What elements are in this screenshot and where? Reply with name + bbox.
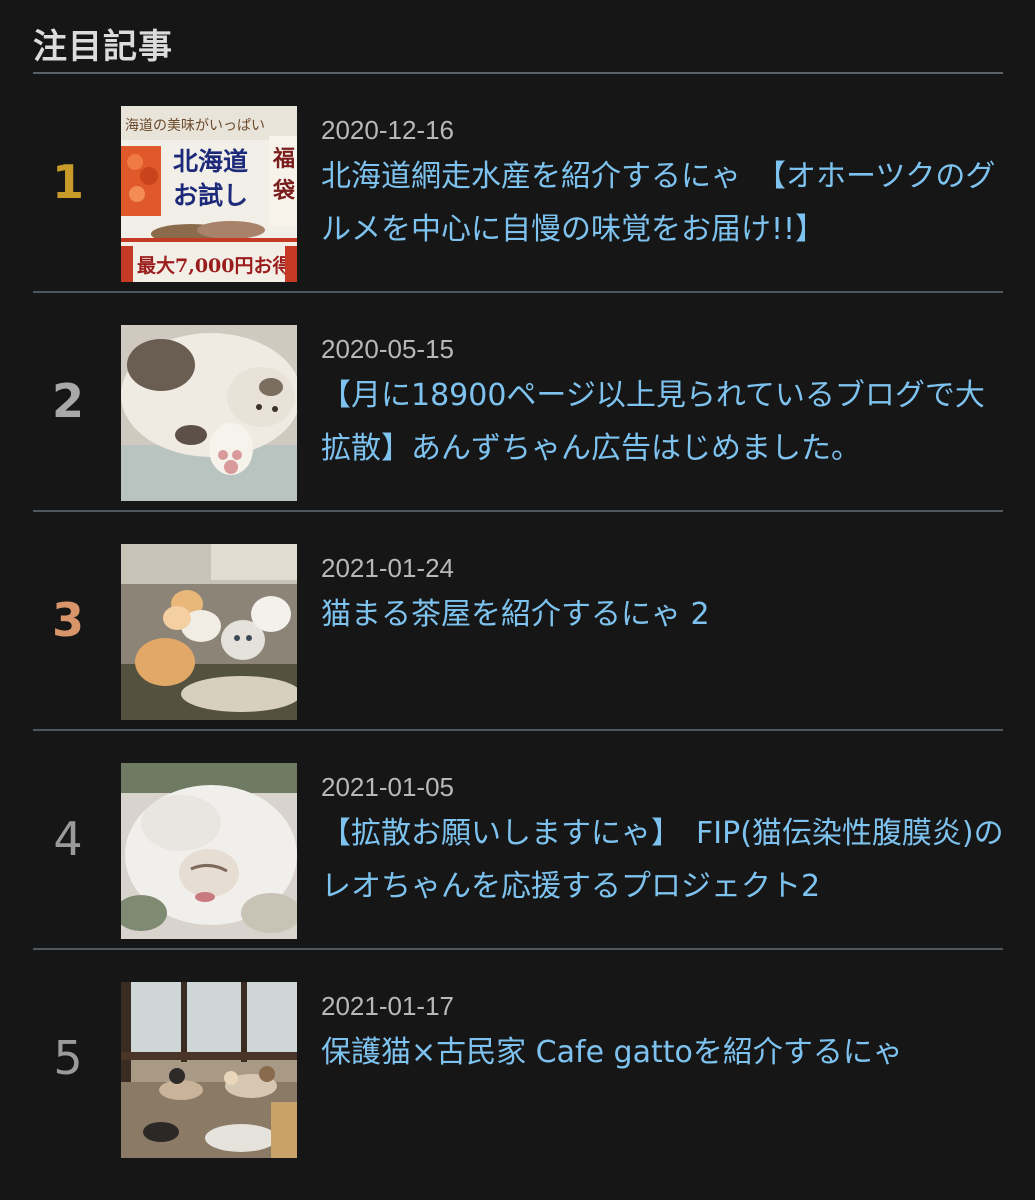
svg-text:袋: 袋 bbox=[272, 178, 296, 204]
article-date: 2021-01-17 bbox=[321, 991, 454, 1021]
widget-title: 注目記事 bbox=[33, 27, 173, 67]
article-meta: 2020-05-15 【月に18900ページ以上見られているブログで大拡散】あん… bbox=[321, 333, 1005, 475]
white-cat-thumbnail-icon bbox=[121, 763, 297, 939]
svg-text:福: 福 bbox=[272, 146, 295, 172]
article-thumbnail[interactable] bbox=[121, 544, 297, 720]
article-meta: 2021-01-17 保護猫×古民家 Cafe gattoを紹介するにゃ bbox=[321, 990, 1005, 1079]
list-item: 2 2020-05-15 【月に18900ページ以上見られているブログで大拡散】… bbox=[33, 293, 1003, 512]
rank-number: 5 bbox=[53, 1031, 83, 1085]
sleeping-cat-thumbnail-icon bbox=[121, 325, 297, 501]
article-title-link[interactable]: 【拡散お願いしますにゃ】 FIP(猫伝染性腹膜炎)のレオちゃんを応援するプロジェ… bbox=[321, 807, 1005, 913]
svg-text:海道の美味がいっぱい: 海道の美味がいっぱい bbox=[125, 118, 265, 134]
article-meta: 2020-12-16 北海道網走水産を紹介するにゃ 【オホーツクのグルメを中心に… bbox=[321, 114, 1005, 256]
article-thumbnail[interactable] bbox=[121, 982, 297, 1158]
article-date: 2020-05-15 bbox=[321, 334, 454, 364]
article-title-link[interactable]: 【月に18900ページ以上見られているブログで大拡散】あんずちゃん広告はじめまし… bbox=[321, 369, 1005, 475]
article-thumbnail[interactable] bbox=[121, 763, 297, 939]
article-date: 2021-01-05 bbox=[321, 772, 454, 802]
list-item: 4 2021-01-05 【拡散お願いしますにゃ】 FIP(猫伝染性腹膜炎)のレ… bbox=[33, 731, 1005, 950]
rank-number: 4 bbox=[53, 812, 83, 866]
rank-number: 3 bbox=[51, 593, 84, 647]
article-date: 2020-12-16 bbox=[321, 115, 454, 145]
article-list: 1 海道の美味がいっぱい 北海道 お試し 福 袋 最大7,000円お得! 202… bbox=[33, 74, 1005, 1167]
list-item: 3 2021-01-24 猫まる茶屋を紹介するにゃ 2 bbox=[33, 512, 1003, 731]
article-title-link[interactable]: 保護猫×古民家 Cafe gattoを紹介するにゃ bbox=[321, 1026, 1005, 1079]
rank-number: 1 bbox=[51, 155, 84, 209]
cat-cafe-interior-thumbnail-icon bbox=[121, 982, 297, 1158]
article-title-link[interactable]: 猫まる茶屋を紹介するにゃ 2 bbox=[321, 588, 1005, 641]
kittens-thumbnail-icon bbox=[121, 544, 297, 720]
list-item: 5 2021-01-17 保護猫×古民家 Cafe gattoを紹介するにゃ bbox=[33, 950, 1003, 1167]
article-meta: 2021-01-05 【拡散お願いしますにゃ】 FIP(猫伝染性腹膜炎)のレオち… bbox=[321, 771, 1005, 913]
svg-text:最大7,000円お得!: 最大7,000円お得! bbox=[137, 254, 297, 277]
article-meta: 2021-01-24 猫まる茶屋を紹介するにゃ 2 bbox=[321, 552, 1005, 641]
rank-number: 2 bbox=[51, 374, 84, 428]
article-thumbnail[interactable] bbox=[121, 325, 297, 501]
svg-text:お試し: お試し bbox=[173, 181, 248, 210]
list-item: 1 海道の美味がいっぱい 北海道 お試し 福 袋 最大7,000円お得! 202… bbox=[33, 74, 1003, 293]
article-date: 2021-01-24 bbox=[321, 553, 454, 583]
article-thumbnail[interactable]: 海道の美味がいっぱい 北海道 お試し 福 袋 最大7,000円お得! bbox=[121, 106, 297, 282]
article-title-link[interactable]: 北海道網走水産を紹介するにゃ 【オホーツクのグルメを中心に自慢の味覚をお届け!!… bbox=[321, 150, 1005, 256]
featured-articles-widget: 注目記事 1 海道の美味がいっぱい 北海道 お試し 福 袋 最大7,000円お得… bbox=[33, 22, 1005, 1167]
svg-text:北海道: 北海道 bbox=[173, 147, 248, 176]
seafood-banner-thumbnail-icon: 海道の美味がいっぱい 北海道 お試し 福 袋 最大7,000円お得! bbox=[121, 106, 297, 282]
